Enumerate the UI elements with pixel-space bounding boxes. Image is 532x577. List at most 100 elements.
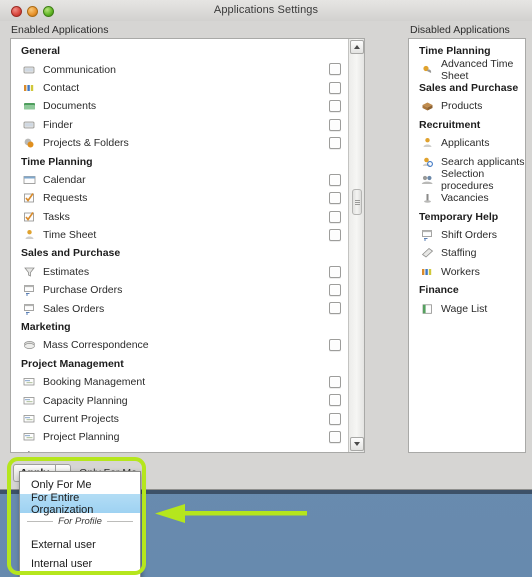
enabled-applications-list[interactable]: General Communication Contact Documents Find… — [10, 38, 365, 453]
row-checkbox[interactable] — [329, 228, 341, 241]
group-label: General — [21, 45, 61, 58]
documents-icon — [23, 100, 36, 112]
row-checkbox[interactable] — [329, 376, 341, 389]
row-checkbox[interactable] — [329, 63, 341, 76]
list-group-header: Sales and Purchase — [11, 244, 347, 262]
list-item[interactable]: Time Sheet — [11, 226, 347, 244]
list-item[interactable]: Products — [409, 97, 525, 115]
list-item-label: Staffing — [441, 247, 477, 260]
list-item[interactable]: Project Planning — [11, 428, 347, 446]
list-item[interactable]: Capacity Planning — [11, 391, 347, 409]
window-titlebar[interactable]: Applications Settings — [0, 0, 532, 21]
list-item-label: Shift Orders — [441, 229, 498, 242]
list-item[interactable]: Workers — [409, 263, 525, 281]
list-item[interactable]: Advanced Time Sheet — [409, 58, 525, 82]
list-item[interactable]: Contact — [11, 79, 347, 97]
list-item[interactable]: Current Projects — [11, 410, 347, 428]
mass-correspondence-icon — [23, 339, 36, 351]
list-item-label: Mass Correspondence — [43, 339, 149, 352]
list-item-label: Capacity Planning — [43, 394, 128, 407]
row-checkbox[interactable] — [329, 118, 341, 131]
projects-folders-icon — [23, 137, 36, 149]
row-checkbox[interactable] — [329, 412, 341, 425]
list-item[interactable]: Wage List — [409, 299, 525, 317]
workers-icon — [421, 266, 434, 278]
estimates-icon — [23, 266, 36, 278]
row-checkbox[interactable] — [329, 136, 341, 149]
list-item[interactable]: Tasks — [11, 208, 347, 226]
shift-orders-icon — [421, 229, 434, 241]
project-planning-icon — [23, 431, 36, 443]
list-item[interactable]: Projects & Folders — [11, 134, 347, 152]
annotation-arrow-icon — [155, 504, 307, 523]
annotation-highlight-box — [7, 457, 146, 575]
list-item-label: Vacancies — [441, 192, 489, 205]
list-group-header: Sales and Purchase — [409, 79, 525, 97]
advanced-time-sheet-icon — [421, 64, 434, 76]
list-item[interactable]: Selection procedures — [409, 168, 525, 192]
list-item-label: Workers — [441, 265, 480, 278]
row-checkbox[interactable] — [329, 100, 341, 113]
list-group-header: General — [11, 42, 347, 60]
staffing-icon — [421, 247, 434, 259]
list-item[interactable]: Mass Correspondence — [11, 336, 347, 354]
selection-procedures-icon — [421, 174, 434, 186]
enabled-rows-container: General Communication Contact Documents Find… — [11, 39, 347, 452]
list-item[interactable]: Calendar — [11, 171, 347, 189]
enabled-list-scrollbar[interactable] — [348, 39, 364, 452]
list-item-label: Calendar — [43, 173, 86, 186]
list-item[interactable]: Shift Orders — [409, 226, 525, 244]
row-checkbox[interactable] — [329, 339, 341, 352]
scrollbar-thumb[interactable] — [352, 189, 362, 215]
row-checkbox[interactable] — [329, 284, 341, 297]
group-label: Project Management — [21, 357, 124, 370]
row-checkbox[interactable] — [329, 81, 341, 94]
list-item-label: Documents — [43, 100, 97, 113]
group-label: Time Planning — [21, 155, 93, 168]
current-projects-icon — [23, 413, 36, 425]
list-item-label: Wage List — [441, 302, 488, 315]
list-item[interactable]: Purchase Orders — [11, 281, 347, 299]
row-checkbox[interactable] — [329, 394, 341, 407]
list-item-label: Communication — [43, 63, 116, 76]
list-item-label: Projects & Folders — [43, 137, 129, 150]
group-label: Recruitment — [419, 118, 481, 131]
disabled-applications-list[interactable]: Time Planning Advanced Time Sheet Sales an… — [408, 38, 526, 453]
list-item[interactable]: Applicants — [409, 134, 525, 152]
application-window: Applications Settings Enabled Applicatio… — [0, 0, 532, 490]
list-item[interactable]: Requests — [11, 189, 347, 207]
group-label: Finance — [419, 284, 459, 297]
list-item[interactable]: Vacancies — [409, 189, 525, 207]
row-checkbox[interactable] — [329, 431, 341, 444]
list-item[interactable]: Sales Orders — [11, 299, 347, 317]
list-item-label: Applicants — [441, 137, 490, 150]
capacity-planning-icon — [23, 395, 36, 407]
list-item[interactable]: Finder — [11, 116, 347, 134]
list-group-header: Finance — [11, 447, 347, 452]
list-item-label: Products — [441, 100, 483, 113]
window-title: Applications Settings — [213, 4, 319, 16]
list-item-label: Sales Orders — [43, 302, 105, 315]
list-item[interactable]: Communication — [11, 60, 347, 78]
list-item[interactable]: Documents — [11, 97, 347, 115]
list-group-header: Marketing — [11, 318, 347, 336]
group-label: Sales and Purchase — [21, 247, 121, 260]
row-checkbox[interactable] — [329, 210, 341, 223]
communication-icon — [23, 64, 36, 76]
scroll-down-arrow-icon[interactable] — [350, 437, 364, 451]
row-checkbox[interactable] — [329, 173, 341, 186]
row-checkbox[interactable] — [329, 302, 341, 315]
scroll-up-arrow-icon[interactable] — [350, 40, 364, 54]
row-checkbox[interactable] — [329, 192, 341, 205]
vacancies-icon — [421, 192, 434, 204]
list-item[interactable]: Staffing — [409, 244, 525, 262]
row-checkbox[interactable] — [329, 265, 341, 278]
list-item-label: Search applicants — [441, 155, 525, 168]
list-group-header: Finance — [409, 281, 525, 299]
time-sheet-icon — [23, 229, 36, 241]
list-item[interactable]: Estimates — [11, 263, 347, 281]
sales-orders-icon — [23, 303, 36, 315]
tasks-icon — [23, 211, 36, 223]
enabled-applications-label: Enabled Applications — [11, 24, 109, 36]
list-item[interactable]: Booking Management — [11, 373, 347, 391]
